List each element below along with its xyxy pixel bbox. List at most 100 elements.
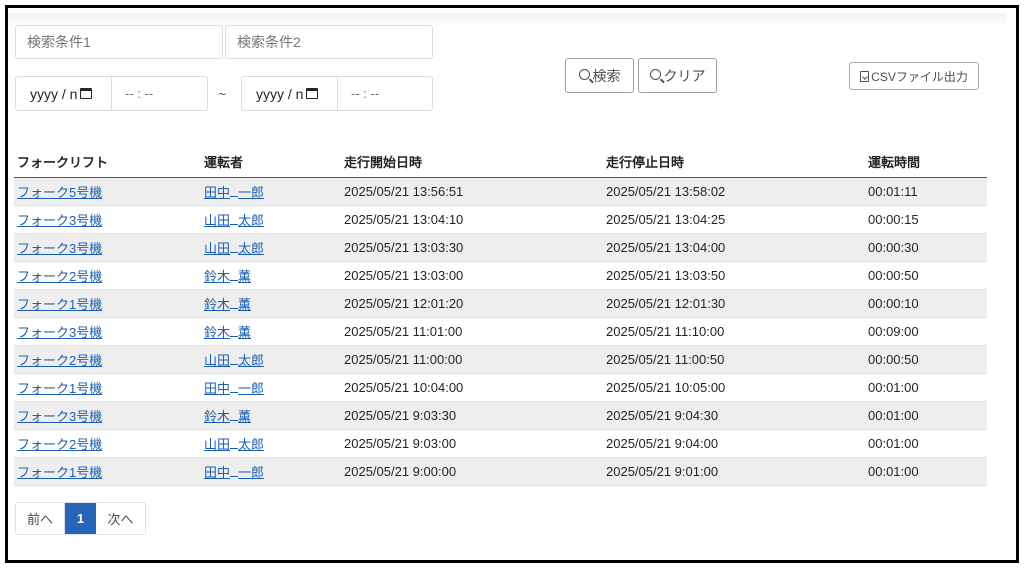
forklift-link[interactable]: フォーク2号機	[17, 269, 102, 284]
cell-driver: 田中 一郎	[201, 373, 341, 402]
cell-duration: 00:01:00	[865, 429, 987, 458]
driver-link[interactable]: 鈴木薫	[204, 409, 251, 424]
search-condition-1-field[interactable]	[15, 25, 223, 59]
search-condition-1-input[interactable]	[16, 26, 222, 58]
name-gap	[230, 195, 239, 197]
driver-link[interactable]: 鈴木薫	[204, 297, 251, 312]
driver-link[interactable]: 山田 太郎	[204, 437, 264, 452]
cell-start-time: 2025/05/21 11:01:00	[341, 317, 603, 346]
header-start-time[interactable]: 走行開始日時	[341, 147, 603, 178]
name-gap	[230, 223, 239, 225]
name-gap	[230, 279, 239, 281]
cell-duration: 00:00:15	[865, 205, 987, 234]
cell-forklift: フォーク3号機	[14, 317, 201, 346]
table-row: フォーク1号機 田中 一郎 2025/05/21 9:00:00 2025/05/21 …	[14, 457, 987, 486]
search-condition-2-field[interactable]	[225, 25, 433, 59]
search-button-label: 検索	[592, 67, 621, 84]
csv-export-button[interactable]: CSVファイル出力	[849, 62, 979, 90]
driver-link[interactable]: 山田 太郎	[204, 353, 264, 368]
forklift-link[interactable]: フォーク2号機	[17, 353, 102, 368]
cell-stop-time: 2025/05/21 9:04:00	[603, 429, 865, 458]
forklift-link[interactable]: フォーク5号機	[17, 185, 102, 200]
table-row: フォーク2号機 山田 太郎 2025/05/21 9:03:00 2025/05/21 …	[14, 429, 987, 458]
driver-last-name: 田中	[204, 184, 231, 200]
cell-driver: 山田 太郎	[201, 205, 341, 234]
header-duration[interactable]: 運転時間	[865, 147, 987, 178]
driver-link[interactable]: 田中 一郎	[204, 465, 264, 480]
driver-last-name: 山田	[204, 436, 231, 452]
forklift-link[interactable]: フォーク3号機	[17, 325, 102, 340]
cell-stop-time: 2025/05/21 13:58:02	[603, 177, 865, 206]
header-driver[interactable]: 運転者	[201, 147, 341, 178]
calendar-icon[interactable]	[80, 88, 93, 99]
pagination: 前へ 1 次へ	[15, 502, 146, 535]
header-forklift[interactable]: フォークリフト	[14, 147, 201, 178]
cell-start-time: 2025/05/21 9:03:00	[341, 429, 603, 458]
driver-link[interactable]: 田中 一郎	[204, 185, 264, 200]
forklift-link[interactable]: フォーク3号機	[17, 241, 102, 256]
cell-start-time: 2025/05/21 13:03:30	[341, 233, 603, 262]
forklift-link[interactable]: フォーク2号機	[17, 437, 102, 452]
cell-start-time: 2025/05/21 11:00:00	[341, 345, 603, 374]
end-datetime-group: yyyy / n -- : --	[241, 76, 433, 111]
header-stop-time[interactable]: 走行停止日時	[603, 147, 865, 178]
search-icon	[649, 69, 661, 80]
cell-stop-time: 2025/05/21 11:00:50	[603, 345, 865, 374]
driver-last-name: 田中	[204, 380, 231, 396]
cell-driver: 山田 太郎	[201, 233, 341, 262]
forklift-link[interactable]: フォーク3号機	[17, 213, 102, 228]
cell-driver: 田中 一郎	[201, 177, 341, 206]
start-time-input[interactable]: -- : --	[112, 77, 207, 110]
driver-link[interactable]: 山田 太郎	[204, 241, 264, 256]
start-date-input[interactable]: yyyy / n	[16, 77, 112, 110]
table-row: フォーク2号機 山田 太郎 2025/05/21 11:00:00 2025/05/21…	[14, 345, 987, 374]
table-row: フォーク2号機 鈴木薫 2025/05/21 13:03:00 2025/05/21 …	[14, 261, 987, 290]
driver-link[interactable]: 山田 太郎	[204, 213, 264, 228]
driver-first-name: 薫	[238, 296, 252, 312]
cell-driver: 鈴木薫	[201, 289, 341, 318]
table-row: フォーク3号機 山田 太郎 2025/05/21 13:03:30 2025/05/21…	[14, 233, 987, 262]
driver-last-name: 山田	[204, 240, 231, 256]
name-gap	[230, 419, 239, 421]
cell-stop-time: 2025/05/21 9:04:30	[603, 401, 865, 430]
driver-link[interactable]: 鈴木薫	[204, 269, 251, 284]
driver-last-name: 鈴木	[204, 324, 231, 340]
driver-first-name: 太郎	[238, 240, 265, 256]
driver-first-name: 一郎	[238, 184, 265, 200]
table-row: フォーク3号機 鈴木薫 2025/05/21 9:03:30 2025/05/21 9…	[14, 401, 987, 430]
table-row: フォーク1号機 田中 一郎 2025/05/21 10:04:00 2025/05/21…	[14, 373, 987, 402]
driver-last-name: 鈴木	[204, 268, 231, 284]
driver-link[interactable]: 鈴木薫	[204, 325, 251, 340]
forklift-link[interactable]: フォーク3号機	[17, 409, 102, 424]
end-date-input[interactable]: yyyy / n	[242, 77, 338, 110]
forklift-link[interactable]: フォーク1号機	[17, 381, 102, 396]
cell-forklift: フォーク3号機	[14, 233, 201, 262]
start-datetime-group: yyyy / n -- : --	[15, 76, 208, 111]
search-condition-2-input[interactable]	[226, 26, 432, 58]
forklift-link[interactable]: フォーク1号機	[17, 297, 102, 312]
search-button[interactable]: 検索	[565, 58, 634, 93]
end-time-input[interactable]: -- : --	[338, 77, 432, 110]
cell-driver: 鈴木薫	[201, 261, 341, 290]
prev-page-button[interactable]: 前へ	[16, 503, 65, 534]
start-date-text: yyyy / n	[30, 85, 78, 102]
driver-first-name: 一郎	[238, 464, 265, 480]
cell-forklift: フォーク1号機	[14, 289, 201, 318]
cell-stop-time: 2025/05/21 12:01:30	[603, 289, 865, 318]
calendar-icon[interactable]	[306, 88, 319, 99]
driver-link[interactable]: 田中 一郎	[204, 381, 264, 396]
current-page-button[interactable]: 1	[65, 503, 96, 534]
name-gap	[230, 363, 239, 365]
forklift-link[interactable]: フォーク1号機	[17, 465, 102, 480]
clear-button[interactable]: クリア	[638, 58, 717, 93]
driver-first-name: 薫	[238, 324, 252, 340]
cell-stop-time: 2025/05/21 9:01:00	[603, 457, 865, 486]
table-row: フォーク3号機 鈴木薫 2025/05/21 11:01:00 2025/05/21 …	[14, 317, 987, 346]
operation-log-table: フォークリフト 運転者 走行開始日時 走行停止日時 運転時間 フォーク5号機 田中…	[14, 147, 987, 486]
cell-start-time: 2025/05/21 9:03:30	[341, 401, 603, 430]
cell-driver: 鈴木薫	[201, 317, 341, 346]
next-page-button[interactable]: 次へ	[96, 503, 145, 534]
file-download-icon	[860, 70, 870, 82]
cell-start-time: 2025/05/21 13:03:00	[341, 261, 603, 290]
cell-start-time: 2025/05/21 10:04:00	[341, 373, 603, 402]
